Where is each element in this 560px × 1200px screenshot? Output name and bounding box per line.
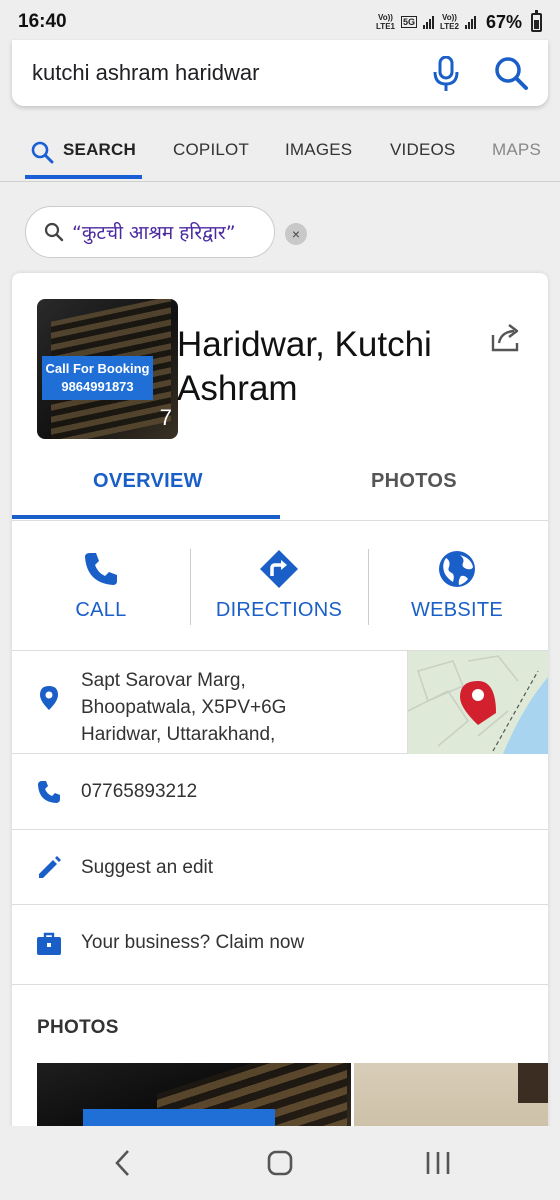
photo-room-image <box>518 1063 548 1103</box>
home-icon[interactable] <box>262 1148 298 1178</box>
action-row: CALL DIRECTIONS WEBSITE <box>12 521 548 651</box>
briefcase-icon <box>37 932 61 955</box>
status-time: 16:40 <box>18 11 67 32</box>
tab-images[interactable]: IMAGES <box>285 140 352 160</box>
place-card: Call For Booking 9864991873 7 Haridwar, … <box>12 273 548 1173</box>
search-input[interactable]: kutchi ashram haridwar <box>32 60 548 86</box>
directions-button[interactable]: DIRECTIONS <box>190 521 368 651</box>
location-pin-icon <box>40 686 58 710</box>
search-tabs: SEARCH COPILOT IMAGES VIDEOS MAPS <box>0 128 560 182</box>
volte-label: Vo)) <box>378 13 393 22</box>
map-image <box>408 651 548 754</box>
signal-bars-icon <box>423 15 434 29</box>
place-title: Haridwar, Kutchi Ashram <box>177 325 432 408</box>
address-text: Sapt Sarovar Marg, Bhoopatwala, X5PV+6G … <box>81 670 287 745</box>
query-chip[interactable]: “कुटची आश्रम हरिद्वार” <box>25 206 275 258</box>
status-bar: 16:40 Vo)) LTE1 5G Vo)) LTE2 67% <box>0 0 560 44</box>
phone-number: 07765893212 <box>81 781 198 802</box>
sim2-label: LTE2 <box>440 22 459 31</box>
tab-copilot[interactable]: COPILOT <box>173 140 249 160</box>
claim-text: Your business? Claim now <box>81 932 305 953</box>
photo-count: 7 <box>159 405 172 430</box>
tab-search[interactable]: SEARCH <box>63 140 136 160</box>
website-label: WEBSITE <box>410 599 504 621</box>
globe-icon <box>439 551 475 587</box>
website-button[interactable]: WEBSITE <box>368 521 546 651</box>
sim2-indicator: Vo)) LTE2 <box>440 13 459 31</box>
phone-row-icon <box>38 781 60 803</box>
search-icon[interactable] <box>492 54 530 92</box>
booking-badge: Call For Booking 9864991873 <box>42 356 153 400</box>
status-indicators: Vo)) LTE1 5G Vo)) LTE2 67% <box>376 9 542 33</box>
active-tab-indicator <box>25 175 142 179</box>
address-row[interactable]: Sapt Sarovar Marg, Bhoopatwala, X5PV+6G … <box>12 651 548 754</box>
tab-search-icon <box>31 141 54 164</box>
sim1-label: LTE1 <box>376 22 395 31</box>
battery-icon <box>531 9 542 32</box>
share-icon[interactable] <box>490 323 522 353</box>
system-nav-bar <box>0 1126 560 1200</box>
recents-icon[interactable] <box>420 1148 456 1178</box>
phone-icon <box>85 553 117 585</box>
mic-icon[interactable] <box>432 56 460 92</box>
battery-percent: 67% <box>485 11 522 32</box>
tab-photos[interactable]: PHOTOS <box>371 470 457 493</box>
network-5g-badge: 5G <box>400 16 417 28</box>
call-label: CALL <box>75 599 127 621</box>
claim-row[interactable]: Your business? Claim now <box>12 905 548 985</box>
sim1-indicator: Vo)) LTE1 <box>376 13 395 31</box>
signal-bars-icon-2 <box>464 15 476 29</box>
photos-header: PHOTOS <box>37 1017 119 1038</box>
overview-tab-indicator <box>12 515 280 519</box>
chip-search-icon <box>44 222 64 242</box>
back-icon[interactable] <box>106 1148 142 1178</box>
overview-tabs: OVERVIEW PHOTOS <box>12 453 548 521</box>
tab-overview[interactable]: OVERVIEW <box>93 470 203 493</box>
suggest-edit-text: Suggest an edit <box>81 857 214 878</box>
call-button[interactable]: CALL <box>12 521 190 651</box>
suggest-edit-row[interactable]: Suggest an edit <box>12 830 548 905</box>
volte-label-2: Vo)) <box>442 13 457 22</box>
phone-row[interactable]: 07765893212 <box>12 754 548 830</box>
directions-icon <box>260 550 298 588</box>
chip-close-icon[interactable]: × <box>285 223 307 245</box>
search-box[interactable]: kutchi ashram haridwar <box>12 40 548 106</box>
tab-maps[interactable]: MAPS <box>492 140 541 160</box>
place-thumbnail[interactable]: Call For Booking 9864991873 7 <box>37 299 178 439</box>
chip-text: “कुटची आश्रम हरिद्वार” <box>72 222 236 244</box>
directions-label: DIRECTIONS <box>215 599 343 621</box>
tab-videos[interactable]: VIDEOS <box>390 140 455 160</box>
map-thumbnail[interactable] <box>407 651 548 754</box>
pencil-icon <box>39 856 61 878</box>
